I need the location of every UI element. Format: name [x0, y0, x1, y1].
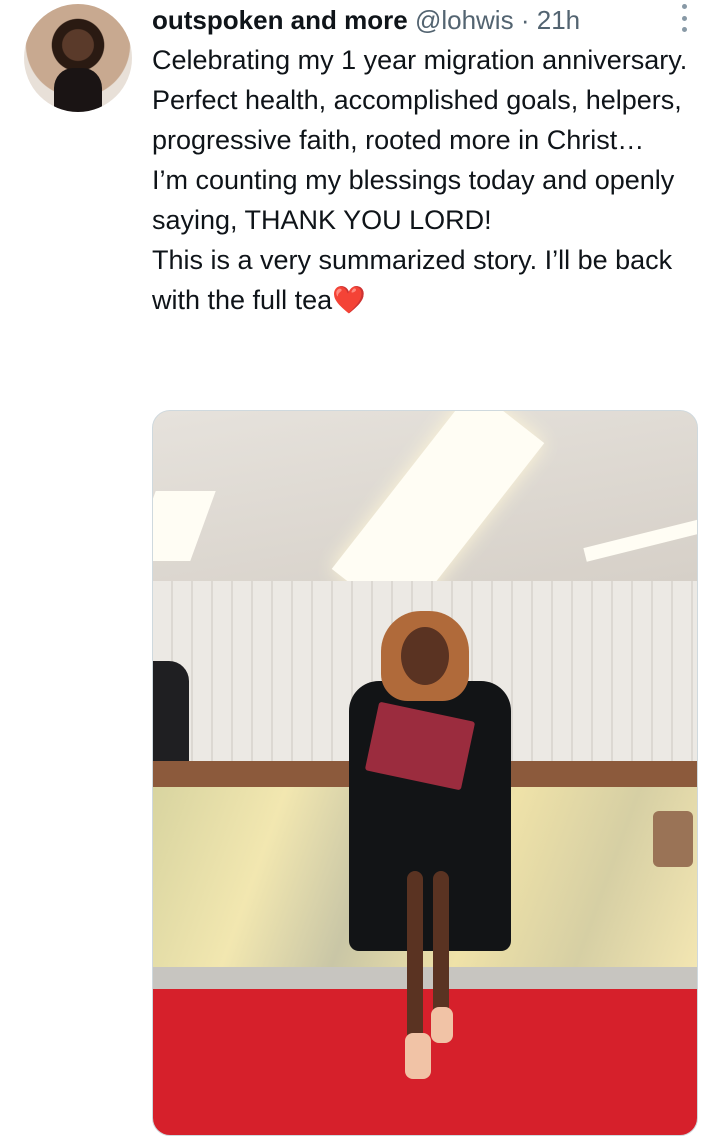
photo-person-shoe [405, 1033, 431, 1079]
photo-bystander [153, 661, 189, 771]
tweet-timestamp[interactable]: 21h [537, 5, 580, 35]
tweet-header: outspoken and more @lohwis · 21h [152, 2, 680, 38]
tweet-text-paragraph-2: I’m counting my blessings today and open… [152, 165, 675, 235]
avatar[interactable] [24, 4, 132, 112]
photo-panel-base [153, 967, 697, 989]
avatar-figure [54, 68, 102, 112]
photo-person-face [401, 627, 449, 685]
tweet-text-line-3: This is a very summarized story. I’ll be… [152, 245, 673, 315]
photo-person-shoe [431, 1007, 453, 1043]
tweet-photo[interactable] [152, 410, 698, 1136]
heart-emoji: ❤️ [332, 285, 366, 315]
photo-handbag [653, 811, 693, 867]
photo-person-leg [407, 871, 423, 1041]
separator-dot: · [520, 5, 530, 35]
tweet-text: Celebrating my 1 year migration annivers… [152, 40, 700, 320]
more-vertical-icon[interactable] [678, 4, 690, 32]
photo-person-leg [433, 871, 449, 1021]
author-handle[interactable]: @lohwis [415, 5, 514, 35]
tweet-text-paragraph-1: Celebrating my 1 year migration annivers… [152, 45, 688, 155]
tweet-text-paragraph-3: This is a very summarized story. I’ll be… [152, 240, 700, 320]
author-name[interactable]: outspoken and more [152, 5, 408, 35]
